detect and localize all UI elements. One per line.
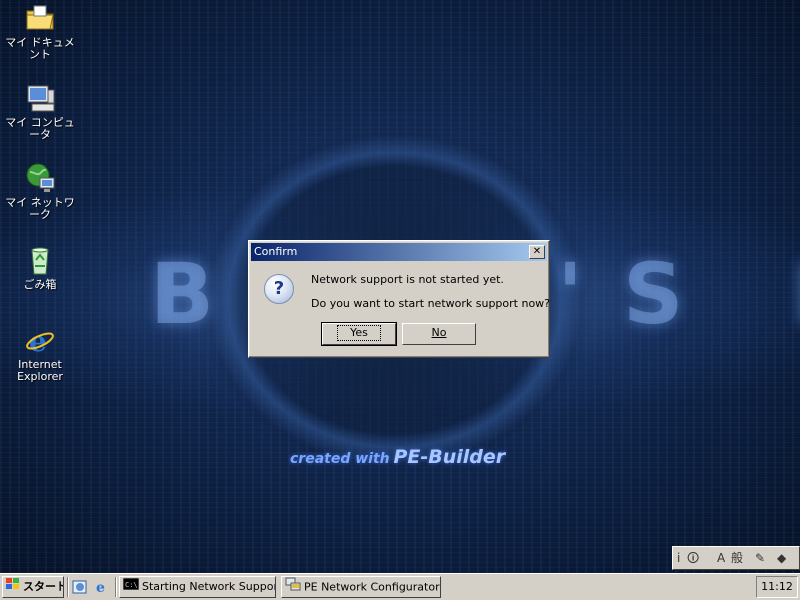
quicklaunch-separator	[67, 577, 69, 597]
dialog-titlebar[interactable]: Confirm ✕	[251, 243, 547, 261]
internet-explorer-icon: e	[24, 324, 56, 358]
desktop-icon-recycle-bin[interactable]: ごみ箱	[1, 244, 79, 291]
folder-icon	[24, 2, 56, 34]
desktop-icon-label: Internet Explorer	[17, 358, 63, 383]
dialog-title: Confirm	[254, 245, 298, 258]
desktop-icon-internet-explorer[interactable]: e Internet Explorer	[1, 324, 79, 383]
close-button[interactable]: ✕	[529, 245, 545, 259]
no-button-label: No	[431, 326, 447, 339]
task-label: Starting Network Support	[142, 580, 276, 593]
task-label: PE Network Configurator	[304, 580, 440, 594]
desktop-icon-label: ごみ箱	[23, 278, 57, 291]
start-button[interactable]: スタート	[2, 576, 64, 598]
language-bar: i 🛈 A 般 ✎ ◆	[672, 546, 800, 570]
console-icon: C:\	[122, 577, 140, 597]
ime-options-icon[interactable]: ✎	[755, 547, 765, 569]
wallpaper-credit: created with PE-Builder	[290, 446, 505, 468]
desktop-icon-my-documents[interactable]: マイ ドキュメント	[1, 2, 79, 61]
tasks-separator	[115, 577, 117, 597]
ime-menu-icon[interactable]: ◆	[777, 547, 786, 569]
input-mode-indicator[interactable]: A	[717, 547, 725, 569]
start-label: スタート	[23, 580, 64, 593]
svg-text:e: e	[96, 580, 105, 594]
credit-name: PE-Builder	[393, 446, 506, 468]
dialog-message-line1: Network support is not started yet.	[311, 273, 504, 286]
yes-button-label: Yes	[337, 325, 381, 341]
yes-button[interactable]: Yes	[321, 322, 397, 346]
desktop-icon-label: マイ ドキュメント	[5, 36, 75, 61]
close-icon: ✕	[532, 246, 542, 257]
ime-pad-icon[interactable]: i	[677, 547, 680, 569]
charset-indicator[interactable]: 般	[731, 547, 743, 569]
desktop-icon-my-network[interactable]: マイ ネットワーク	[1, 162, 79, 221]
confirm-dialog: Confirm ✕ ? Network support is not start…	[248, 240, 550, 358]
credit-prefix: created with	[290, 451, 390, 467]
quicklaunch-ie-icon[interactable]: e	[94, 578, 110, 596]
taskbar-item-pe-network-configurator[interactable]: PE Network Configurator	[281, 576, 441, 598]
network-icon	[24, 162, 56, 194]
no-button[interactable]: No	[402, 323, 476, 345]
desktop-icon-my-computer[interactable]: マイ コンピュータ	[1, 82, 79, 141]
svg-text:C:\: C:\	[125, 581, 138, 589]
network-config-icon	[285, 577, 301, 597]
question-icon: ?	[264, 274, 294, 304]
dialog-message-line2: Do you want to start network support now…	[311, 297, 551, 310]
quicklaunch-explorer-icon[interactable]	[72, 579, 88, 595]
taskbar-item-starting-network-support[interactable]: C:\ Starting Network Support	[119, 576, 276, 598]
windows-logo-icon	[6, 577, 20, 597]
ime-tool-icon[interactable]: 🛈	[687, 547, 699, 569]
taskbar: スタート e C:\ Starting Network Support PE N…	[0, 573, 800, 600]
recycle-bin-icon	[24, 244, 56, 276]
desktop-icon-label: マイ コンピュータ	[5, 116, 75, 141]
computer-icon	[24, 82, 56, 114]
system-clock[interactable]: 11:12	[756, 576, 798, 598]
desktop-icon-label: マイ ネットワーク	[5, 196, 75, 221]
